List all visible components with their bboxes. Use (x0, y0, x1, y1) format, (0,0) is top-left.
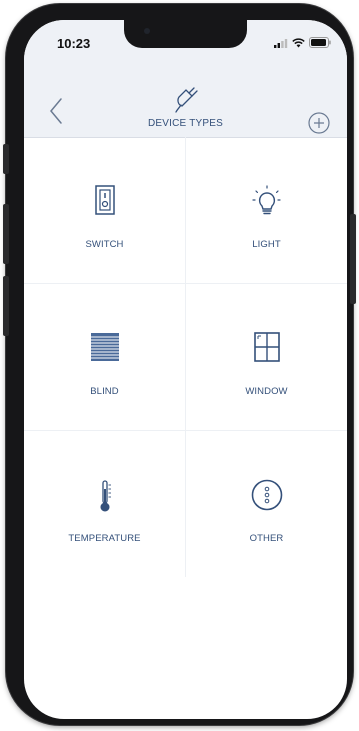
volume-down-button (3, 276, 9, 336)
mute-switch (3, 144, 9, 174)
grid-row: TEMPERATURE OTHER (24, 431, 347, 577)
switch-icon (94, 185, 115, 215)
device-type-label: SWITCH (85, 239, 124, 250)
other-dots-icon (251, 479, 282, 511)
app-screen: 10:23 DEVICE TYPES SWITCH LIGHT BLIND WI… (24, 20, 347, 719)
wifi-icon (292, 37, 305, 47)
add-button[interactable] (308, 112, 330, 134)
device-type-label: BLIND (90, 386, 119, 397)
plug-icon (175, 87, 198, 113)
device-type-label: LIGHT (252, 239, 281, 250)
device-type-label: TEMPERATURE (68, 533, 141, 544)
device-type-light[interactable]: LIGHT (186, 137, 347, 283)
window-icon (253, 332, 280, 362)
volume-up-button (3, 204, 9, 264)
blind-icon (90, 333, 119, 361)
device-type-temperature[interactable]: TEMPERATURE (24, 431, 186, 577)
device-type-blind[interactable]: BLIND (24, 284, 186, 430)
signal-icon (274, 38, 288, 48)
device-type-window[interactable]: WINDOW (186, 284, 347, 430)
device-type-label: OTHER (249, 533, 284, 544)
notch (124, 20, 247, 48)
device-type-label: WINDOW (245, 386, 288, 397)
device-type-switch[interactable]: SWITCH (24, 137, 186, 283)
power-button (350, 214, 356, 304)
lightbulb-icon (251, 185, 282, 215)
device-type-other[interactable]: OTHER (186, 431, 347, 577)
device-type-grid: SWITCH LIGHT BLIND WINDOW TEMPERATURE OT… (24, 137, 347, 577)
phone-frame: 10:23 DEVICE TYPES SWITCH LIGHT BLIND WI… (3, 4, 356, 725)
thermometer-icon (100, 480, 111, 512)
battery-icon (309, 37, 331, 48)
page-title: DEVICE TYPES (147, 118, 224, 129)
status-icons (274, 37, 331, 48)
status-time: 10:23 (57, 36, 91, 51)
grid-row: BLIND WINDOW (24, 284, 347, 431)
grid-row: SWITCH LIGHT (24, 137, 347, 284)
app-header: 10:23 DEVICE TYPES (24, 20, 347, 138)
